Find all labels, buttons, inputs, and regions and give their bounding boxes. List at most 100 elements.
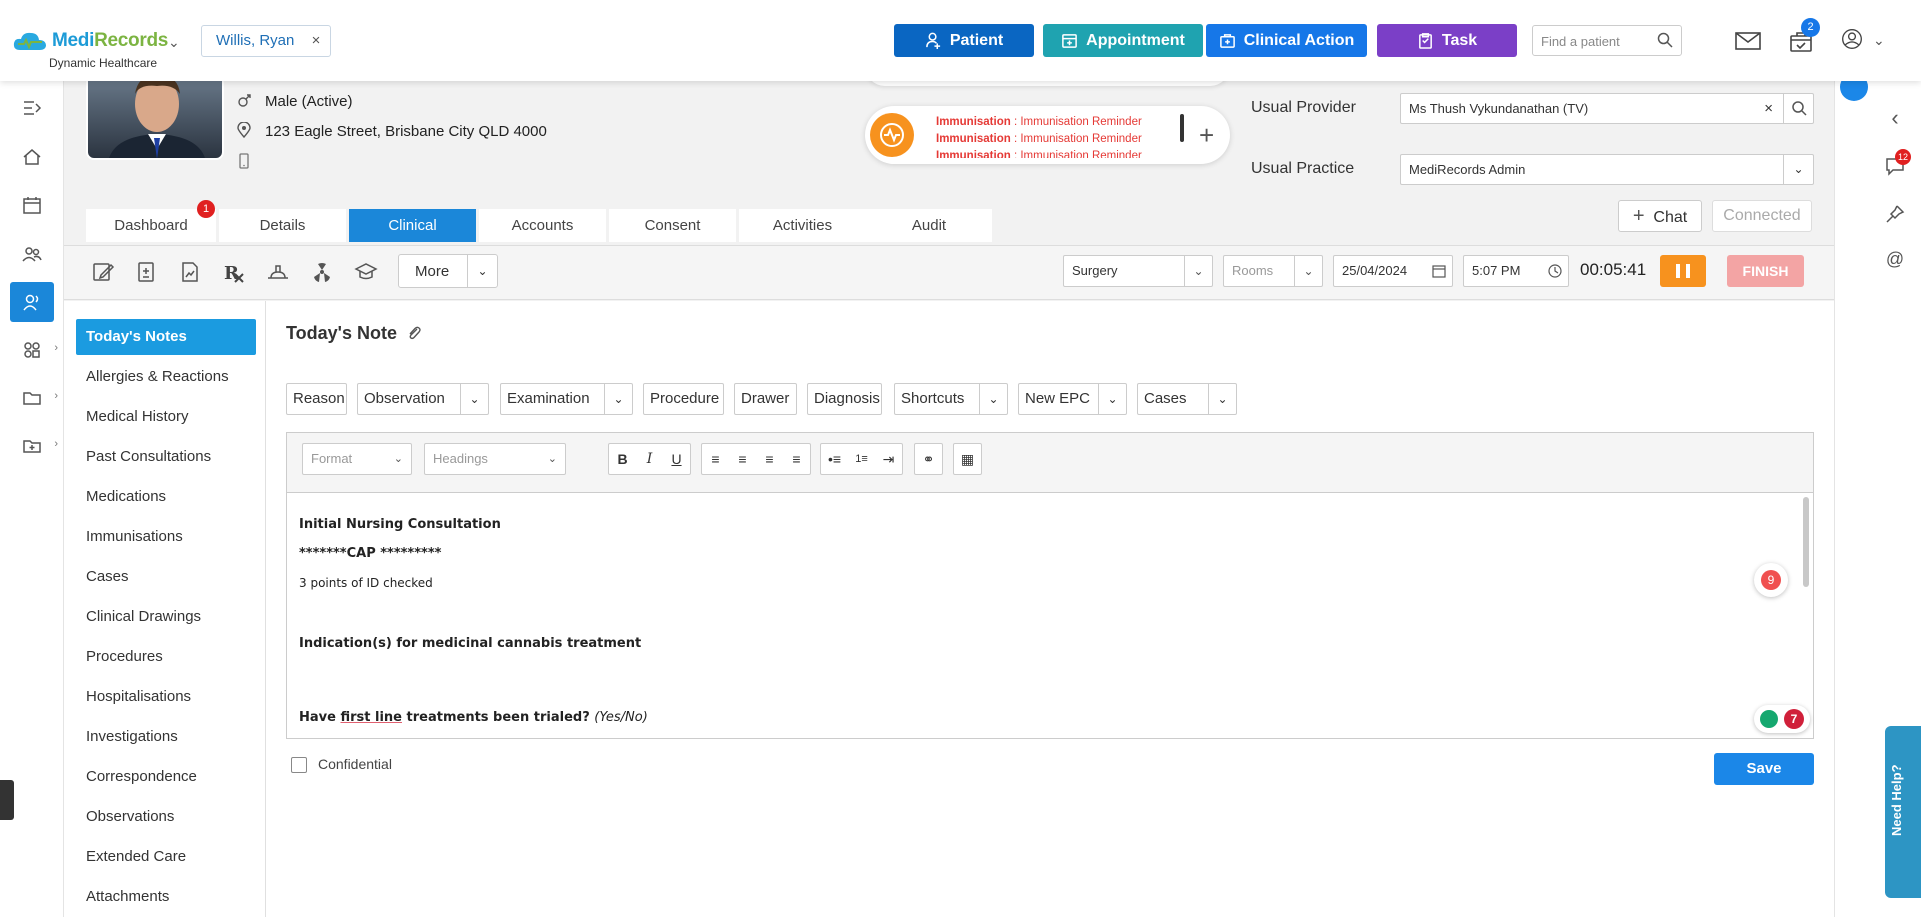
reminder-scrollbar[interactable] [1180,114,1184,142]
mention-icon[interactable]: @ [1884,249,1906,271]
attachment-icon[interactable] [406,325,422,341]
calendar-icon[interactable] [1432,264,1446,278]
tab-clinical[interactable]: Clinical [349,209,476,242]
sidenav-item-observations[interactable]: Observations [76,799,256,835]
sidenav-item-allergies[interactable]: Allergies & Reactions [76,359,256,395]
format-select[interactable]: Format ⌄ [302,443,412,475]
new-epc-dropdown[interactable]: New EPC ⌄ [1018,383,1127,415]
calendar-icon[interactable] [10,185,54,225]
underline-icon[interactable]: U [663,444,690,474]
issue-count-widget[interactable]: 9 [1754,563,1788,597]
tab-audit[interactable]: Audit [866,209,992,242]
tab-consent[interactable]: Consent [609,209,736,242]
sidenav-item-past-consultations[interactable]: Past Consultations [76,439,256,475]
sidenav-item-procedures[interactable]: Procedures [76,639,256,675]
time-field[interactable]: 5:07 PM [1463,255,1569,287]
tab-activities[interactable]: Activities [739,209,866,242]
modules-icon[interactable]: › [10,330,58,370]
pause-button[interactable] [1660,255,1706,287]
patients-group-icon[interactable] [10,234,54,274]
chat-button[interactable]: + Chat [1618,200,1702,232]
bold-icon[interactable]: B [609,444,636,474]
patient-icon[interactable] [10,282,54,322]
sidenav-item-attachments[interactable]: Attachments [76,879,256,915]
shortcuts-dropdown[interactable]: Shortcuts ⌄ [894,383,1008,415]
grammar-checker-widget[interactable]: 7 [1754,705,1810,733]
align-justify-icon[interactable]: ≡ [783,444,810,474]
drawer-button[interactable]: Drawer [734,383,797,415]
usual-practice-select[interactable]: MediRecords Admin ⌄ [1400,154,1814,185]
education-icon[interactable] [354,260,378,284]
sidenav-item-clinical-drawings[interactable]: Clinical Drawings [76,599,256,635]
finish-button[interactable]: FINISH [1727,255,1804,287]
folder-icon[interactable]: › [10,378,58,418]
need-help-button[interactable]: Need Help? [1885,726,1921,898]
connected-button[interactable]: Connected [1712,200,1812,232]
collapse-nav-icon[interactable] [10,88,54,128]
pathology-icon[interactable] [266,260,290,284]
italic-icon[interactable]: I [636,444,663,474]
new-task-button[interactable]: Task [1377,24,1517,57]
prescription-icon[interactable]: R [222,260,246,284]
headings-select[interactable]: Headings ⌄ [424,443,566,475]
reason-button[interactable]: Reason [286,383,347,415]
more-dropdown[interactable]: More ⌄ [398,254,498,288]
tab-details[interactable]: Details [219,209,346,242]
clock-icon[interactable] [1548,264,1562,278]
tab-accounts[interactable]: Accounts [479,209,606,242]
diagnosis-button[interactable]: Diagnosis [807,383,882,415]
radiology-icon[interactable] [310,260,334,284]
mail-icon[interactable] [1735,30,1761,52]
clinical-document-icon[interactable] [134,260,158,284]
user-account-icon[interactable] [1839,28,1865,50]
pulse-icon[interactable] [870,113,914,157]
home-icon[interactable] [10,137,54,177]
new-appointment-button[interactable]: Appointment [1043,24,1203,57]
sidenav-item-cases[interactable]: Cases [76,559,256,595]
add-reminder-icon[interactable]: + [1199,120,1214,151]
sidenav-item-todays-notes[interactable]: Today's Notes [76,319,256,355]
sidenav-item-hospitalisations[interactable]: Hospitalisations [76,679,256,715]
pin-icon[interactable] [1884,203,1906,225]
new-patient-button[interactable]: Patient [894,24,1034,57]
sidenav-item-correspondence[interactable]: Correspondence [76,759,256,795]
reminder-item[interactable]: Immunisation : Immunisation Reminder [936,148,1142,158]
patient-tag[interactable]: Willis, Ryan × [201,25,332,57]
link-icon[interactable]: ⚭ [915,444,942,474]
examination-dropdown[interactable]: Examination ⌄ [500,383,633,415]
collapse-panel-icon[interactable]: ‹ [1884,105,1906,130]
align-center-icon[interactable]: ≡ [729,444,756,474]
sidenav-item-investigations[interactable]: Investigations [76,719,256,755]
numbered-list-icon[interactable]: 1≡ [848,444,875,474]
bullet-list-icon[interactable]: •≡ [821,444,848,474]
confidential-checkbox[interactable] [291,757,307,773]
note-editor[interactable]: Initial Nursing Consultation *******CAP … [286,492,1814,739]
tab-dashboard[interactable]: Dashboard [86,209,216,242]
rooms-select[interactable]: Rooms ⌄ [1223,255,1323,287]
sidenav-item-extended-care[interactable]: Extended Care [76,839,256,875]
brand-menu-chevron-icon[interactable]: ⌄ [168,34,180,51]
sidenav-item-immunisations[interactable]: Immunisations [76,519,256,555]
reminder-item[interactable]: Immunisation : Immunisation Reminder [936,114,1142,131]
cases-dropdown[interactable]: Cases ⌄ [1137,383,1237,415]
align-left-icon[interactable]: ≡ [702,444,729,474]
table-icon[interactable]: ▦ [954,444,981,474]
side-widget-handle[interactable] [0,780,14,820]
edit-note-icon[interactable] [91,260,115,284]
clear-provider-icon[interactable]: × [1764,94,1773,123]
search-icon[interactable] [1657,32,1673,48]
reminder-item[interactable]: Immunisation : Immunisation Reminder [936,131,1142,148]
sidenav-item-medications[interactable]: Medications [76,479,256,515]
patient-tag-close-icon[interactable]: × [312,26,321,56]
save-button[interactable]: Save [1714,753,1814,785]
account-menu-chevron-icon[interactable]: ⌄ [1873,32,1885,49]
observation-dropdown[interactable]: Observation ⌄ [357,383,489,415]
folder-add-icon[interactable]: › [10,426,58,466]
location-select[interactable]: Surgery ⌄ [1063,255,1213,287]
clinical-action-button[interactable]: Clinical Action [1206,24,1367,57]
chart-document-icon[interactable] [178,260,202,284]
indent-icon[interactable]: ⇥ [875,444,902,474]
procedure-button[interactable]: Procedure [643,383,724,415]
editor-scrollbar[interactable] [1803,497,1809,587]
find-patient-input[interactable]: Find a patient [1532,25,1682,56]
